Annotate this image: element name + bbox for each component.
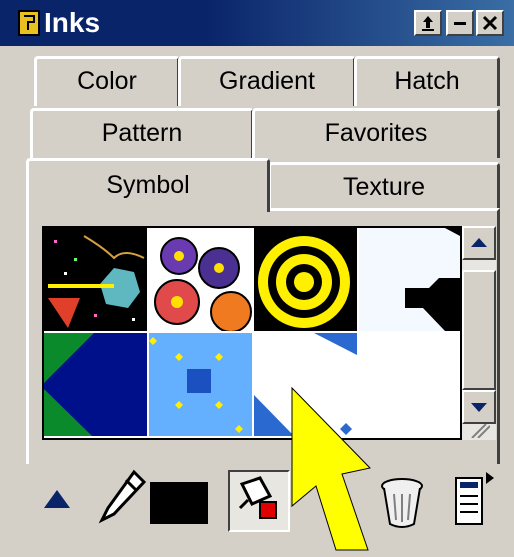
minimize-button[interactable] bbox=[446, 10, 474, 36]
swatch-target[interactable] bbox=[254, 228, 357, 331]
flowers-symbol-icon bbox=[154, 237, 252, 331]
swatch-blue-square-dots[interactable] bbox=[149, 333, 252, 436]
blue-square-dots-symbol-icon bbox=[149, 337, 243, 433]
app-icon bbox=[16, 8, 42, 38]
resize-grip-icon[interactable] bbox=[468, 423, 491, 439]
target-symbol-icon bbox=[258, 236, 350, 328]
fill-bucket-icon bbox=[238, 476, 277, 519]
move-up-button[interactable] bbox=[40, 482, 74, 516]
swatch-flowers[interactable] bbox=[149, 228, 252, 331]
tab-pattern[interactable]: Pattern bbox=[30, 108, 254, 158]
green-blue-triangles-symbol-icon bbox=[44, 333, 94, 436]
swatch-white-shapes[interactable] bbox=[359, 228, 460, 331]
pen-tool-button[interactable] bbox=[98, 468, 148, 524]
tab-color[interactable]: Color bbox=[34, 56, 180, 106]
expand-button[interactable] bbox=[414, 10, 442, 36]
fill-color-swatch[interactable] bbox=[150, 482, 208, 524]
title-bar[interactable]: Inks bbox=[0, 0, 514, 46]
menu-icon bbox=[455, 472, 494, 525]
tab-gradient[interactable]: Gradient bbox=[178, 56, 356, 106]
scroll-down-arrow-icon bbox=[471, 403, 487, 412]
minimize-icon bbox=[454, 22, 466, 25]
white-shapes-symbol-icon bbox=[405, 228, 460, 331]
tab-hatch[interactable]: Hatch bbox=[354, 56, 500, 106]
close-icon bbox=[482, 15, 498, 31]
swatch-confetti[interactable] bbox=[44, 228, 147, 331]
arrow-cursor-icon bbox=[282, 382, 392, 552]
window-title: Inks bbox=[44, 7, 101, 38]
grid-scrollbar[interactable] bbox=[462, 226, 496, 440]
scroll-down-button[interactable] bbox=[462, 390, 496, 424]
scroll-up-arrow-icon bbox=[471, 238, 487, 247]
close-button[interactable] bbox=[476, 10, 504, 36]
scroll-thumb[interactable] bbox=[462, 270, 496, 390]
menu-button[interactable] bbox=[452, 472, 496, 530]
tab-symbol[interactable]: Symbol bbox=[26, 158, 270, 212]
fill-tool-button[interactable] bbox=[228, 470, 290, 532]
inks-window: Inks Color Gradient Hatch Pattern Favori… bbox=[0, 0, 514, 552]
bottom-toolbar bbox=[0, 464, 514, 552]
expand-icon bbox=[422, 16, 434, 31]
pen-icon bbox=[98, 469, 147, 524]
tab-texture[interactable]: Texture bbox=[268, 162, 500, 210]
swatch-green-blue-triangles[interactable] bbox=[44, 333, 147, 436]
up-triangle-icon bbox=[44, 490, 70, 508]
scroll-up-button[interactable] bbox=[462, 226, 496, 260]
tab-favorites[interactable]: Favorites bbox=[252, 108, 500, 158]
confetti-symbol-icon bbox=[48, 235, 145, 328]
symbol-grid bbox=[42, 226, 462, 440]
